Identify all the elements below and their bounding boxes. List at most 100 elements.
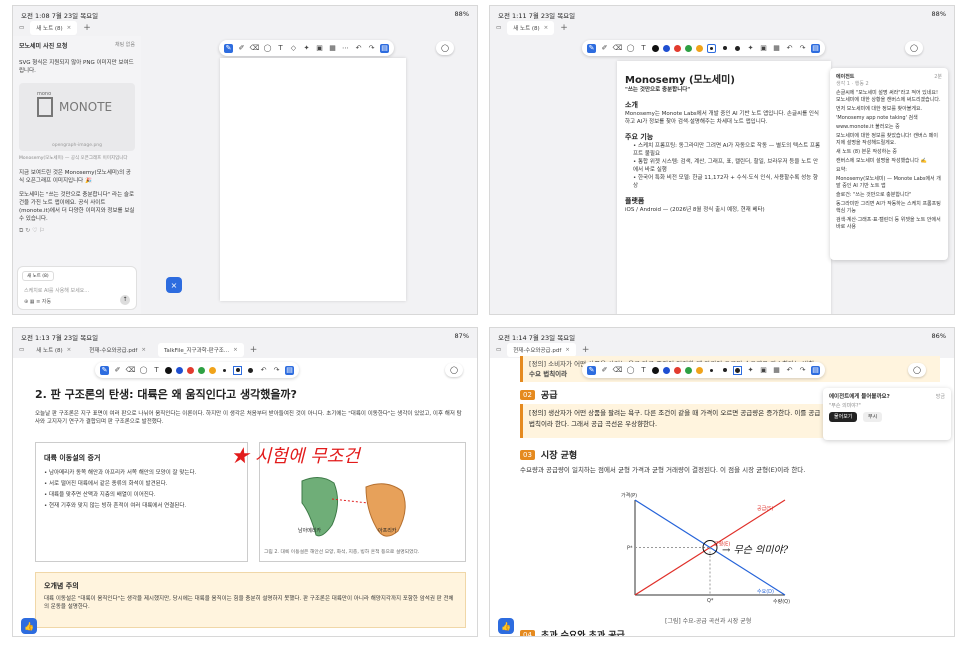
lasso-icon[interactable]: ◯ (626, 44, 635, 53)
text-icon[interactable]: T (639, 366, 648, 375)
color-blue[interactable] (663, 44, 670, 52)
chat-bubble-icon[interactable]: ◯ (436, 41, 454, 55)
pen-icon[interactable]: ✎ (100, 365, 109, 375)
stroke-medium[interactable] (233, 365, 242, 375)
chat-bubble-icon[interactable]: ◯ (445, 363, 463, 377)
undo-icon[interactable]: ↶ (785, 366, 794, 375)
stroke-medium[interactable] (720, 366, 729, 375)
lasso-icon[interactable]: ◯ (139, 366, 148, 375)
tab-note[interactable]: 새 노트 (8) × (30, 21, 78, 35)
lasso-icon[interactable]: ◯ (626, 366, 635, 375)
grid-icon[interactable]: ▦ (772, 44, 781, 53)
redo-icon[interactable]: ↷ (367, 44, 376, 53)
image-icon[interactable]: ▣ (759, 44, 768, 53)
pencil-icon[interactable]: ✐ (113, 366, 122, 375)
redo-icon[interactable]: ↷ (798, 44, 807, 53)
stroke-large[interactable] (246, 366, 255, 375)
grid-icon[interactable]: ▦ (328, 44, 337, 53)
feedback-button[interactable]: 👍 (21, 618, 37, 634)
color-red[interactable] (674, 366, 681, 374)
close-icon[interactable]: × (544, 25, 549, 31)
chat-input[interactable]: 스케치로 AI를 사용해 보세요... (18, 285, 136, 296)
add-tab-button[interactable]: + (582, 345, 590, 355)
shape-icon[interactable]: ◇ (289, 44, 298, 53)
pencil-icon[interactable]: ✐ (600, 366, 609, 375)
preview-image[interactable]: mono MONOTE opengraph-image.png (19, 83, 135, 151)
ai-icon[interactable]: ▤ (811, 365, 820, 375)
pen-icon[interactable]: ✎ (224, 43, 233, 53)
input-tools[interactable]: ⊕ ▦ ≡ 자동 (24, 298, 51, 305)
widget-icon[interactable]: ✦ (302, 44, 311, 53)
close-icon[interactable]: × (67, 25, 72, 31)
sidebar-toggle-icon[interactable]: ▭ (19, 25, 24, 31)
eraser-icon[interactable]: ⌫ (126, 366, 136, 375)
add-tab-button[interactable]: + (250, 345, 258, 355)
pen-icon[interactable]: ✎ (587, 43, 596, 53)
stroke-small[interactable] (707, 366, 716, 375)
add-tab-button[interactable]: + (83, 23, 91, 33)
redo-icon[interactable]: ↷ (272, 366, 281, 375)
ai-icon[interactable]: ▤ (285, 365, 294, 375)
feedback-button[interactable]: 👍 (498, 618, 514, 634)
context-chip[interactable]: 새 노트 (8) (22, 271, 54, 281)
pen-icon[interactable]: ✎ (587, 365, 596, 375)
add-tab-button[interactable]: + (560, 23, 568, 33)
grid-icon[interactable]: ▦ (772, 366, 781, 375)
lasso-icon[interactable]: ◯ (263, 44, 272, 53)
stroke-medium[interactable] (720, 44, 729, 53)
image-icon[interactable]: ▣ (315, 44, 324, 53)
color-yellow[interactable] (696, 44, 703, 52)
ai-icon[interactable]: ▤ (811, 43, 820, 53)
undo-icon[interactable]: ↶ (259, 366, 268, 375)
ignore-button[interactable]: 무시 (863, 412, 883, 422)
chat-title[interactable]: 모노세미 사진 요청 (19, 41, 67, 50)
sidebar-toggle-icon[interactable]: ▭ (496, 25, 501, 31)
color-blue[interactable] (663, 366, 670, 374)
message-actions[interactable]: ⧉ ↻ ♡ ⚐ (13, 225, 141, 237)
undo-icon[interactable]: ↶ (785, 44, 794, 53)
color-yellow[interactable] (209, 366, 216, 374)
widget-icon[interactable]: ✦ (746, 44, 755, 53)
text-icon[interactable]: T (276, 44, 285, 53)
tab-note[interactable]: 새 노트 (8) × (507, 21, 555, 35)
send-button[interactable]: ↑ (120, 295, 130, 305)
color-red[interactable] (674, 44, 681, 52)
ask-button[interactable]: 물어보기 (829, 412, 858, 422)
stroke-large[interactable] (733, 365, 742, 375)
close-button[interactable]: × (166, 277, 182, 293)
image-icon[interactable]: ▣ (759, 366, 768, 375)
undo-icon[interactable]: ↶ (354, 44, 363, 53)
tab-pdf[interactable]: 현재-수요와공급.pdf × (507, 343, 576, 357)
stroke-small[interactable] (220, 366, 229, 375)
pencil-icon[interactable]: ✐ (600, 44, 609, 53)
text-icon[interactable]: T (639, 44, 648, 53)
stroke-large[interactable] (733, 44, 742, 53)
sidebar-toggle-icon[interactable]: ▭ (496, 347, 501, 353)
color-black[interactable] (165, 366, 172, 374)
tab-note[interactable]: 새 노트 (8) × (30, 343, 77, 357)
color-blue[interactable] (176, 366, 183, 374)
eraser-icon[interactable]: ⌫ (250, 44, 260, 53)
color-yellow[interactable] (696, 366, 703, 374)
color-red[interactable] (187, 366, 194, 374)
chat-search[interactable]: 채팅 없음 (115, 41, 135, 50)
color-black[interactable] (652, 366, 659, 374)
tab-pdf[interactable]: 현재-수요와공급.pdf × (83, 343, 152, 357)
chat-bubble-icon[interactable]: ◯ (905, 41, 923, 55)
color-green[interactable] (685, 366, 692, 374)
canvas-page[interactable]: Monosemy (모노세미) "쓰는 것만으로 충분합니다" 소개 Monos… (617, 61, 831, 314)
redo-icon[interactable]: ↷ (798, 366, 807, 375)
chat-bubble-icon[interactable]: ◯ (908, 363, 926, 377)
text-icon[interactable]: T (152, 366, 161, 375)
eraser-icon[interactable]: ⌫ (613, 366, 623, 375)
sidebar-toggle-icon[interactable]: ▭ (19, 347, 24, 353)
widget-icon[interactable]: ✦ (746, 366, 755, 375)
color-black[interactable] (652, 44, 659, 52)
pencil-icon[interactable]: ✐ (237, 44, 246, 53)
stroke-small[interactable] (707, 43, 716, 53)
canvas-page[interactable] (220, 58, 406, 301)
more-icon[interactable]: ⋯ (341, 44, 350, 53)
tab-talkfile[interactable]: TalkFile_지구과학-판구조... × (157, 343, 244, 357)
color-green[interactable] (198, 366, 205, 374)
color-green[interactable] (685, 44, 692, 52)
